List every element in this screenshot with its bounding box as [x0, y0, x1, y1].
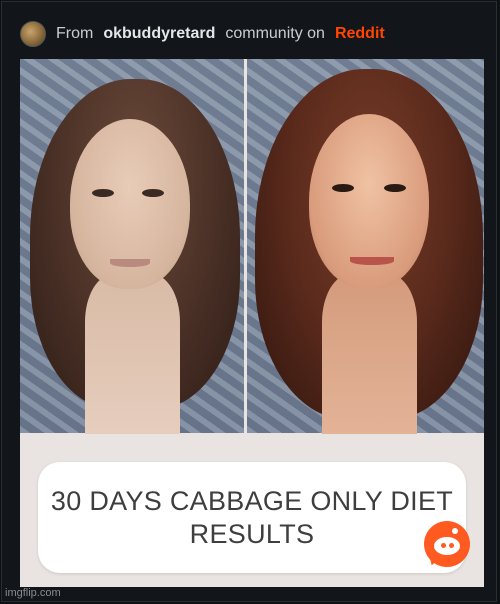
header-middle: community on: [225, 25, 325, 42]
community-link[interactable]: okbuddyretard: [103, 25, 215, 43]
post-image[interactable]: 30 DAYS CABBAGE ONLY DIET RESULTS: [20, 59, 484, 587]
reddit-snoo-icon: [424, 521, 470, 568]
reddit-link[interactable]: Reddit: [335, 25, 385, 43]
imgflip-watermark: imgflip.com: [5, 587, 61, 599]
caption-box: 30 DAYS CABBAGE ONLY DIET RESULTS: [38, 462, 466, 573]
before-photo: [20, 59, 244, 434]
post-frame: From okbuddyretard community on Reddit 3…: [1, 1, 497, 602]
caption-line-1: 30 DAYS CABBAGE ONLY DIET: [50, 485, 454, 516]
post-header: From okbuddyretard community on Reddit: [20, 20, 385, 48]
caption-line-2: RESULTS: [189, 518, 315, 549]
community-avatar[interactable]: [20, 21, 46, 47]
after-photo: [247, 59, 484, 434]
header-prefix: From: [56, 25, 94, 42]
